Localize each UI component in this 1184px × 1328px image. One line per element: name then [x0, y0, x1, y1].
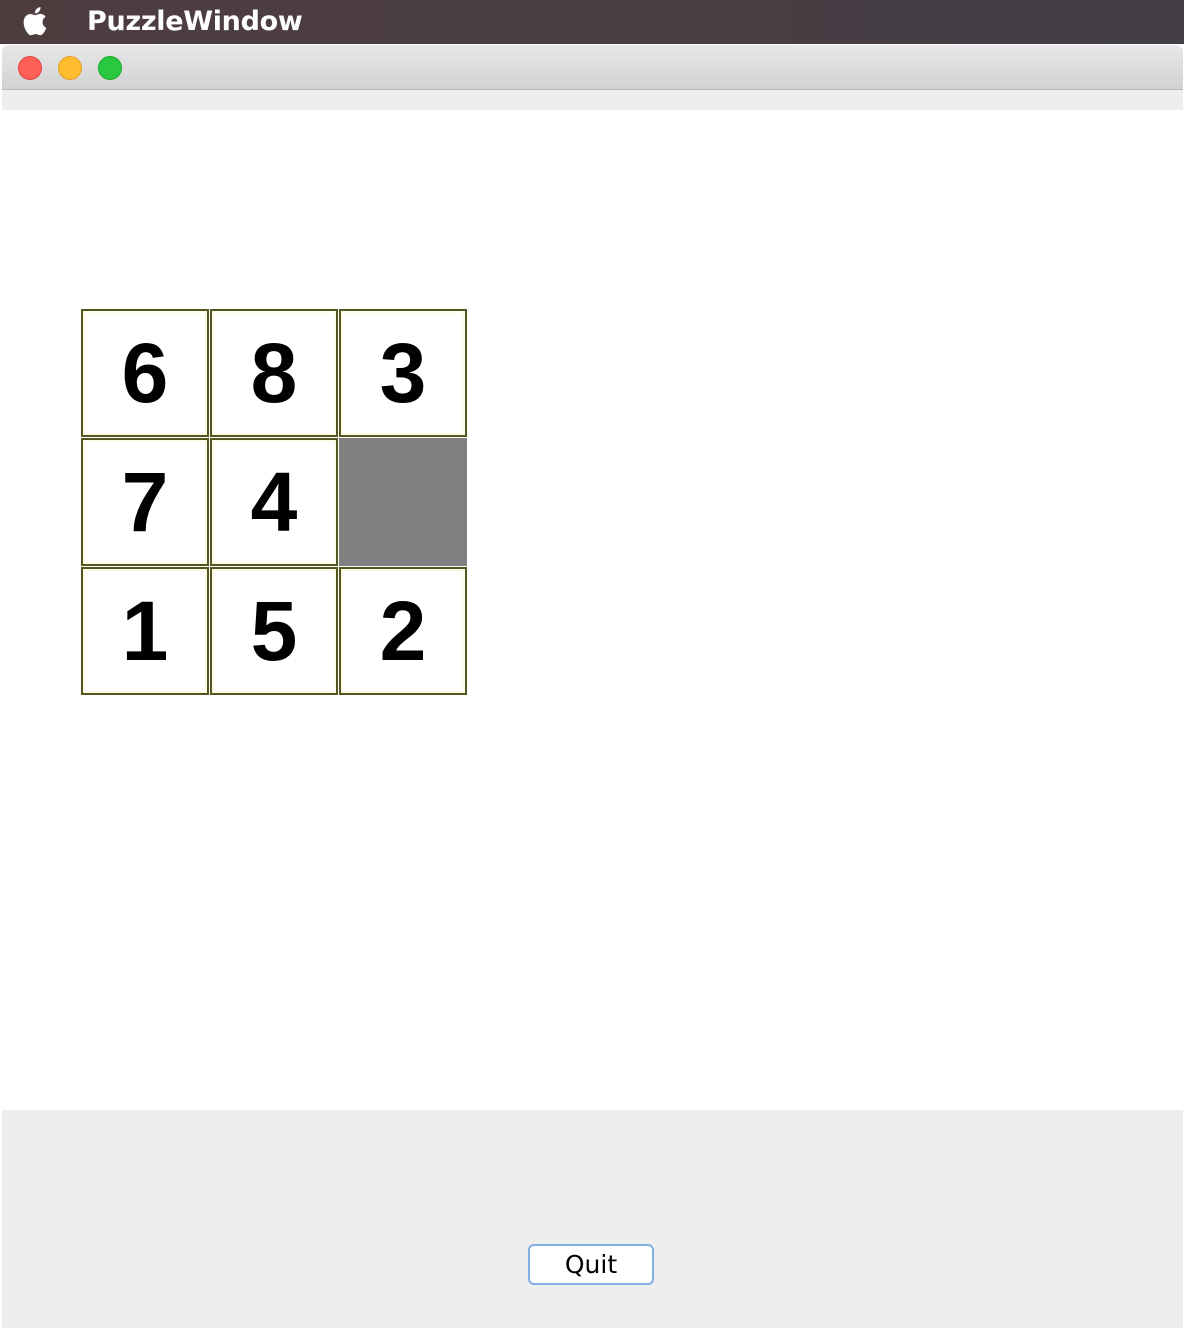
- puzzle-grid: 683 74152: [81, 309, 467, 695]
- window-titlebar[interactable]: [2, 45, 1183, 90]
- puzzle-panel: 683 74152: [2, 110, 1183, 1110]
- button-panel: Quit: [2, 1110, 1183, 1328]
- quit-button[interactable]: Quit: [528, 1244, 654, 1285]
- puzzle-tile-2[interactable]: 2: [339, 567, 467, 695]
- puzzle-tile-5[interactable]: 5: [210, 567, 338, 695]
- puzzle-empty-slot[interactable]: [339, 438, 467, 566]
- puzzle-tile-7[interactable]: 7: [81, 438, 209, 566]
- puzzle-window: 683 74152 Quit: [2, 45, 1183, 1328]
- puzzle-tile-4[interactable]: 4: [210, 438, 338, 566]
- app-name[interactable]: PuzzleWindow: [87, 5, 303, 39]
- minimize-button[interactable]: [58, 56, 82, 80]
- puzzle-tile-1[interactable]: 1: [81, 567, 209, 695]
- apple-logo-icon[interactable]: [18, 4, 48, 38]
- menu-bar: PuzzleWindow: [0, 0, 1184, 44]
- puzzle-tile-8[interactable]: 8: [210, 309, 338, 437]
- puzzle-tile-6[interactable]: 6: [81, 309, 209, 437]
- close-button[interactable]: [18, 56, 42, 80]
- puzzle-tile-3[interactable]: 3: [339, 309, 467, 437]
- maximize-button[interactable]: [98, 56, 122, 80]
